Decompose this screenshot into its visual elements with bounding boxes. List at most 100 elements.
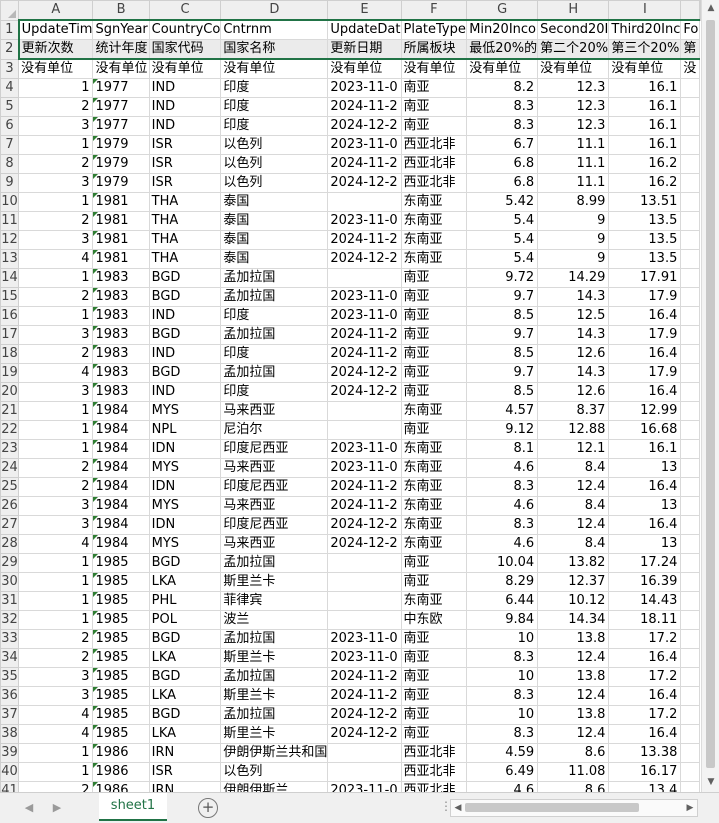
cell[interactable]: 12.3 bbox=[537, 78, 610, 98]
cell[interactable]: 斯里兰卡 bbox=[220, 724, 329, 744]
cell[interactable]: 以色列 bbox=[220, 154, 329, 174]
cell[interactable]: 东南亚 bbox=[400, 230, 468, 250]
cell[interactable]: 13.51 bbox=[608, 192, 682, 212]
cell[interactable]: 西亚北非 bbox=[400, 762, 468, 782]
cell[interactable]: IND bbox=[148, 97, 222, 117]
cell[interactable]: 泰国 bbox=[220, 230, 329, 250]
cell[interactable]: IDN bbox=[148, 515, 222, 535]
cell[interactable]: 没有单位 bbox=[92, 58, 150, 79]
cell[interactable]: MYS bbox=[148, 534, 222, 554]
cell[interactable] bbox=[680, 287, 700, 307]
cell[interactable]: 2024-12-2 bbox=[327, 382, 402, 402]
cell[interactable]: 东南亚 bbox=[400, 439, 468, 459]
cell[interactable] bbox=[680, 781, 700, 792]
scroll-left-arrow-icon[interactable]: ◀ bbox=[451, 800, 465, 816]
cell[interactable]: 2024-12-2 bbox=[327, 249, 402, 269]
cell[interactable] bbox=[680, 230, 700, 250]
cell[interactable]: 16.2 bbox=[608, 173, 682, 193]
cell[interactable]: 1983 bbox=[92, 268, 150, 288]
row-header[interactable]: 41 bbox=[0, 781, 20, 792]
cell[interactable] bbox=[680, 629, 700, 649]
cell[interactable]: 2024-11-2 bbox=[327, 686, 402, 706]
cell[interactable]: 1984 bbox=[92, 496, 150, 516]
cell[interactable]: 1981 bbox=[92, 211, 150, 231]
cell[interactable]: 4 bbox=[18, 724, 94, 744]
cell[interactable]: BGD bbox=[148, 268, 222, 288]
cell[interactable]: 4.59 bbox=[466, 743, 539, 763]
cell[interactable]: 5.4 bbox=[466, 230, 539, 250]
cell[interactable]: 8.6 bbox=[537, 743, 610, 763]
cell[interactable]: 13.82 bbox=[537, 553, 610, 573]
cell[interactable]: 9.7 bbox=[466, 287, 539, 307]
cell[interactable]: MYS bbox=[148, 496, 222, 516]
cell[interactable] bbox=[327, 401, 402, 421]
cell[interactable]: 印度尼西亚 bbox=[220, 439, 329, 459]
vertical-scrollbar[interactable]: ▲ ▼ bbox=[701, 0, 719, 792]
column-header-d[interactable]: D bbox=[220, 0, 329, 21]
cell[interactable]: 西亚北非 bbox=[400, 135, 468, 155]
cell[interactable]: 8.4 bbox=[537, 534, 610, 554]
cell[interactable]: 印度 bbox=[220, 97, 329, 117]
cell[interactable]: 18.11 bbox=[608, 610, 682, 630]
cell[interactable]: 所属板块 bbox=[400, 39, 468, 60]
row-header[interactable]: 40 bbox=[0, 762, 20, 782]
column-header-i[interactable]: I bbox=[608, 0, 682, 21]
cell[interactable]: 10 bbox=[466, 667, 539, 687]
cell[interactable]: 西亚北非 bbox=[400, 781, 468, 792]
cell[interactable]: SgnYear bbox=[92, 19, 150, 40]
cell[interactable]: 4 bbox=[18, 363, 94, 383]
next-sheet-icon[interactable]: ▶ bbox=[48, 798, 66, 818]
cell[interactable] bbox=[680, 458, 700, 478]
row-header[interactable]: 28 bbox=[0, 534, 20, 554]
cell[interactable]: 17.9 bbox=[608, 287, 682, 307]
cell[interactable]: 马来西亚 bbox=[220, 458, 329, 478]
cell[interactable]: POL bbox=[148, 610, 222, 630]
cell[interactable]: 更新次数 bbox=[17, 39, 94, 60]
cell[interactable]: BGD bbox=[148, 363, 222, 383]
cell[interactable]: 3 bbox=[18, 325, 94, 345]
cell[interactable]: 泰国 bbox=[220, 249, 329, 269]
cell[interactable]: 1983 bbox=[92, 287, 150, 307]
cell[interactable]: 2023-11-0 bbox=[327, 629, 402, 649]
row-header[interactable]: 1 bbox=[0, 19, 20, 40]
cell[interactable] bbox=[680, 97, 700, 117]
row-header[interactable]: 7 bbox=[0, 135, 20, 155]
row-header[interactable]: 25 bbox=[0, 477, 20, 497]
cell[interactable] bbox=[680, 762, 700, 782]
cell[interactable]: BGD bbox=[148, 705, 222, 725]
cell[interactable]: 8.5 bbox=[466, 306, 539, 326]
cell[interactable]: 孟加拉国 bbox=[220, 667, 329, 687]
cell[interactable]: MYS bbox=[148, 458, 222, 478]
cell[interactable]: 2024-12-2 bbox=[327, 116, 402, 136]
cell[interactable]: 1 bbox=[18, 743, 94, 763]
cell[interactable]: 16.68 bbox=[608, 420, 682, 440]
cell[interactable] bbox=[680, 420, 700, 440]
cell[interactable]: 4.6 bbox=[466, 534, 539, 554]
cell[interactable]: 8.3 bbox=[466, 686, 539, 706]
cell[interactable]: 1983 bbox=[92, 363, 150, 383]
cell[interactable] bbox=[680, 116, 700, 136]
cell[interactable]: 1985 bbox=[92, 553, 150, 573]
cell[interactable]: 伊朗伊斯兰共和国 bbox=[220, 743, 329, 763]
cell[interactable]: PHL bbox=[148, 591, 222, 611]
cell[interactable]: 中东欧 bbox=[400, 610, 468, 630]
cell[interactable]: 2023-11-0 bbox=[327, 781, 402, 792]
cell[interactable]: 东南亚 bbox=[400, 192, 468, 212]
cell[interactable]: 1985 bbox=[92, 572, 150, 592]
cell[interactable] bbox=[680, 477, 700, 497]
cell[interactable] bbox=[680, 249, 700, 269]
cell[interactable]: 12.5 bbox=[537, 306, 610, 326]
cell[interactable]: NPL bbox=[148, 420, 222, 440]
cell[interactable]: 1981 bbox=[92, 192, 150, 212]
cell[interactable]: 东南亚 bbox=[400, 515, 468, 535]
cell[interactable]: 10 bbox=[466, 705, 539, 725]
cell[interactable]: 1 bbox=[18, 762, 94, 782]
cell[interactable]: THA bbox=[148, 192, 222, 212]
cell[interactable]: 2024-12-2 bbox=[327, 173, 402, 193]
cell[interactable]: 1985 bbox=[92, 705, 150, 725]
cell[interactable]: 1 bbox=[18, 401, 94, 421]
column-header-h[interactable]: H bbox=[537, 0, 610, 21]
cell[interactable]: 1984 bbox=[92, 420, 150, 440]
cell[interactable]: 3 bbox=[18, 173, 94, 193]
cell[interactable]: 2024-11-2 bbox=[327, 154, 402, 174]
